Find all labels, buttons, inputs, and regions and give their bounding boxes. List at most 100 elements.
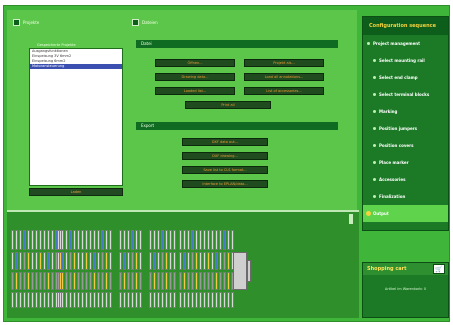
terminal-block: [93, 292, 96, 308]
file-action-button[interactable]: Loaded list...: [155, 87, 235, 95]
config-step[interactable]: Select terminal blocks: [363, 86, 448, 103]
terminal-block: [85, 272, 88, 290]
terminal-block: [97, 252, 100, 270]
config-step[interactable]: Position jumpers: [363, 120, 448, 137]
terminal-block: [211, 252, 214, 270]
terminal-block: [31, 292, 34, 308]
shopping-cart-icon[interactable]: 🛒: [433, 264, 445, 274]
terminal-block: [135, 272, 138, 290]
terminal-block: [195, 272, 198, 290]
config-step[interactable]: Select mounting rail: [363, 52, 448, 69]
terminal-block: [191, 252, 194, 270]
terminal-block: [23, 252, 26, 270]
config-step-label: Project management: [373, 41, 421, 46]
file-action-button[interactable]: Projekt als...: [244, 59, 324, 67]
terminal-block: [123, 252, 126, 270]
terminal-block: [157, 292, 160, 308]
terminal-block: [89, 252, 92, 270]
terminal-block: [93, 252, 96, 270]
config-step[interactable]: Place marker: [363, 154, 448, 171]
terminal-block: [61, 252, 64, 270]
terminal-block: [89, 272, 92, 290]
terminal-block: [57, 230, 60, 250]
terminal-block: [203, 272, 206, 290]
terminal-block: [203, 252, 206, 270]
config-step[interactable]: Marking: [363, 103, 448, 120]
terminal-block: [101, 252, 104, 270]
file-action-button[interactable]: Load all annotations...: [244, 73, 324, 81]
shopping-cart-panel: Shopping cart 🛒 Artikel im Warenkorb: 0: [362, 262, 449, 318]
terminal-block: [109, 272, 112, 290]
terminal-block: [127, 230, 130, 250]
terminal-block: [93, 230, 96, 250]
file-action-button[interactable]: List of accessories...: [244, 87, 324, 95]
terminal-block: [123, 272, 126, 290]
project-list[interactable]: Ausgangsfunktionen Einspeisung 3V 6mm2 Ein…: [29, 48, 123, 186]
export-action-button[interactable]: DXF data out...: [182, 138, 268, 146]
config-step[interactable]: Finalization: [363, 188, 448, 205]
terminal-block: [97, 272, 100, 290]
terminal-block: [157, 230, 160, 250]
export-action-button[interactable]: Save list to CLS format...: [182, 166, 268, 174]
file-action-button[interactable]: Drawing data...: [155, 73, 235, 81]
terminal-block: [139, 292, 142, 308]
terminal-strip-preview[interactable]: [7, 210, 359, 318]
terminal-block: [19, 272, 22, 290]
preview-scroll-handle[interactable]: [349, 214, 353, 224]
terminal-block: [173, 252, 176, 270]
terminal-block: [203, 230, 206, 250]
terminal-block: [93, 272, 96, 290]
project-list-item[interactable]: Motoransteuerung: [30, 64, 122, 69]
config-step[interactable]: Output: [363, 205, 448, 222]
terminal-block: [157, 252, 160, 270]
terminal-block: [43, 292, 46, 308]
terminal-block: [85, 292, 88, 308]
step-bullet-icon: [373, 110, 376, 113]
terminal-block: [219, 230, 222, 250]
terminal-block: [199, 292, 202, 308]
terminal-block: [19, 230, 22, 250]
terminal-block: [73, 230, 76, 250]
terminal-block: [227, 230, 230, 250]
terminal-block: [77, 292, 80, 308]
terminal-block: [207, 252, 210, 270]
terminal-block: [27, 272, 30, 290]
terminal-block: [19, 292, 22, 308]
shopping-cart-header[interactable]: Shopping cart 🛒: [363, 263, 448, 275]
terminal-block: [89, 292, 92, 308]
terminal-block: [47, 252, 50, 270]
terminal-block: [191, 292, 194, 308]
files-section-icon: [132, 19, 139, 26]
config-step[interactable]: Project management: [363, 35, 448, 52]
terminal-block: [35, 272, 38, 290]
config-step-label: Position jumpers: [379, 126, 418, 131]
terminal-block: [51, 272, 54, 290]
terminal-block: [109, 230, 112, 250]
terminal-block: [223, 230, 226, 250]
config-step[interactable]: Accessories: [363, 171, 448, 188]
projects-title: Projekte: [23, 20, 40, 25]
terminal-block: [77, 272, 80, 290]
shopping-cart-title: Shopping cart: [367, 266, 407, 272]
terminal-block: [15, 292, 18, 308]
configuration-steps: Project management Select mounting rail Se…: [363, 35, 448, 222]
terminal-block: [223, 272, 226, 290]
terminal-block: [101, 272, 104, 290]
export-action-button[interactable]: Interface to EPLAN/data...: [182, 180, 268, 188]
terminal-block: [131, 230, 134, 250]
terminal-block: [187, 292, 190, 308]
terminal-block: [135, 230, 138, 250]
config-step-label: Accessories: [379, 177, 406, 182]
config-step[interactable]: Position covers: [363, 137, 448, 154]
config-step[interactable]: Select end clamp: [363, 69, 448, 86]
terminal-block: [47, 292, 50, 308]
config-step-label: Output: [373, 211, 389, 216]
load-project-button[interactable]: Laden: [29, 188, 123, 196]
export-action-button[interactable]: DXF drawing...: [182, 152, 268, 160]
terminal-block: [81, 272, 84, 290]
file-action-button[interactable]: Öffnen...: [155, 59, 235, 67]
terminal-block: [179, 230, 182, 250]
configuration-panel: Configuration sequence Project managemen…: [362, 16, 449, 231]
terminal-block: [101, 292, 104, 308]
file-action-button[interactable]: Print all: [185, 101, 271, 109]
